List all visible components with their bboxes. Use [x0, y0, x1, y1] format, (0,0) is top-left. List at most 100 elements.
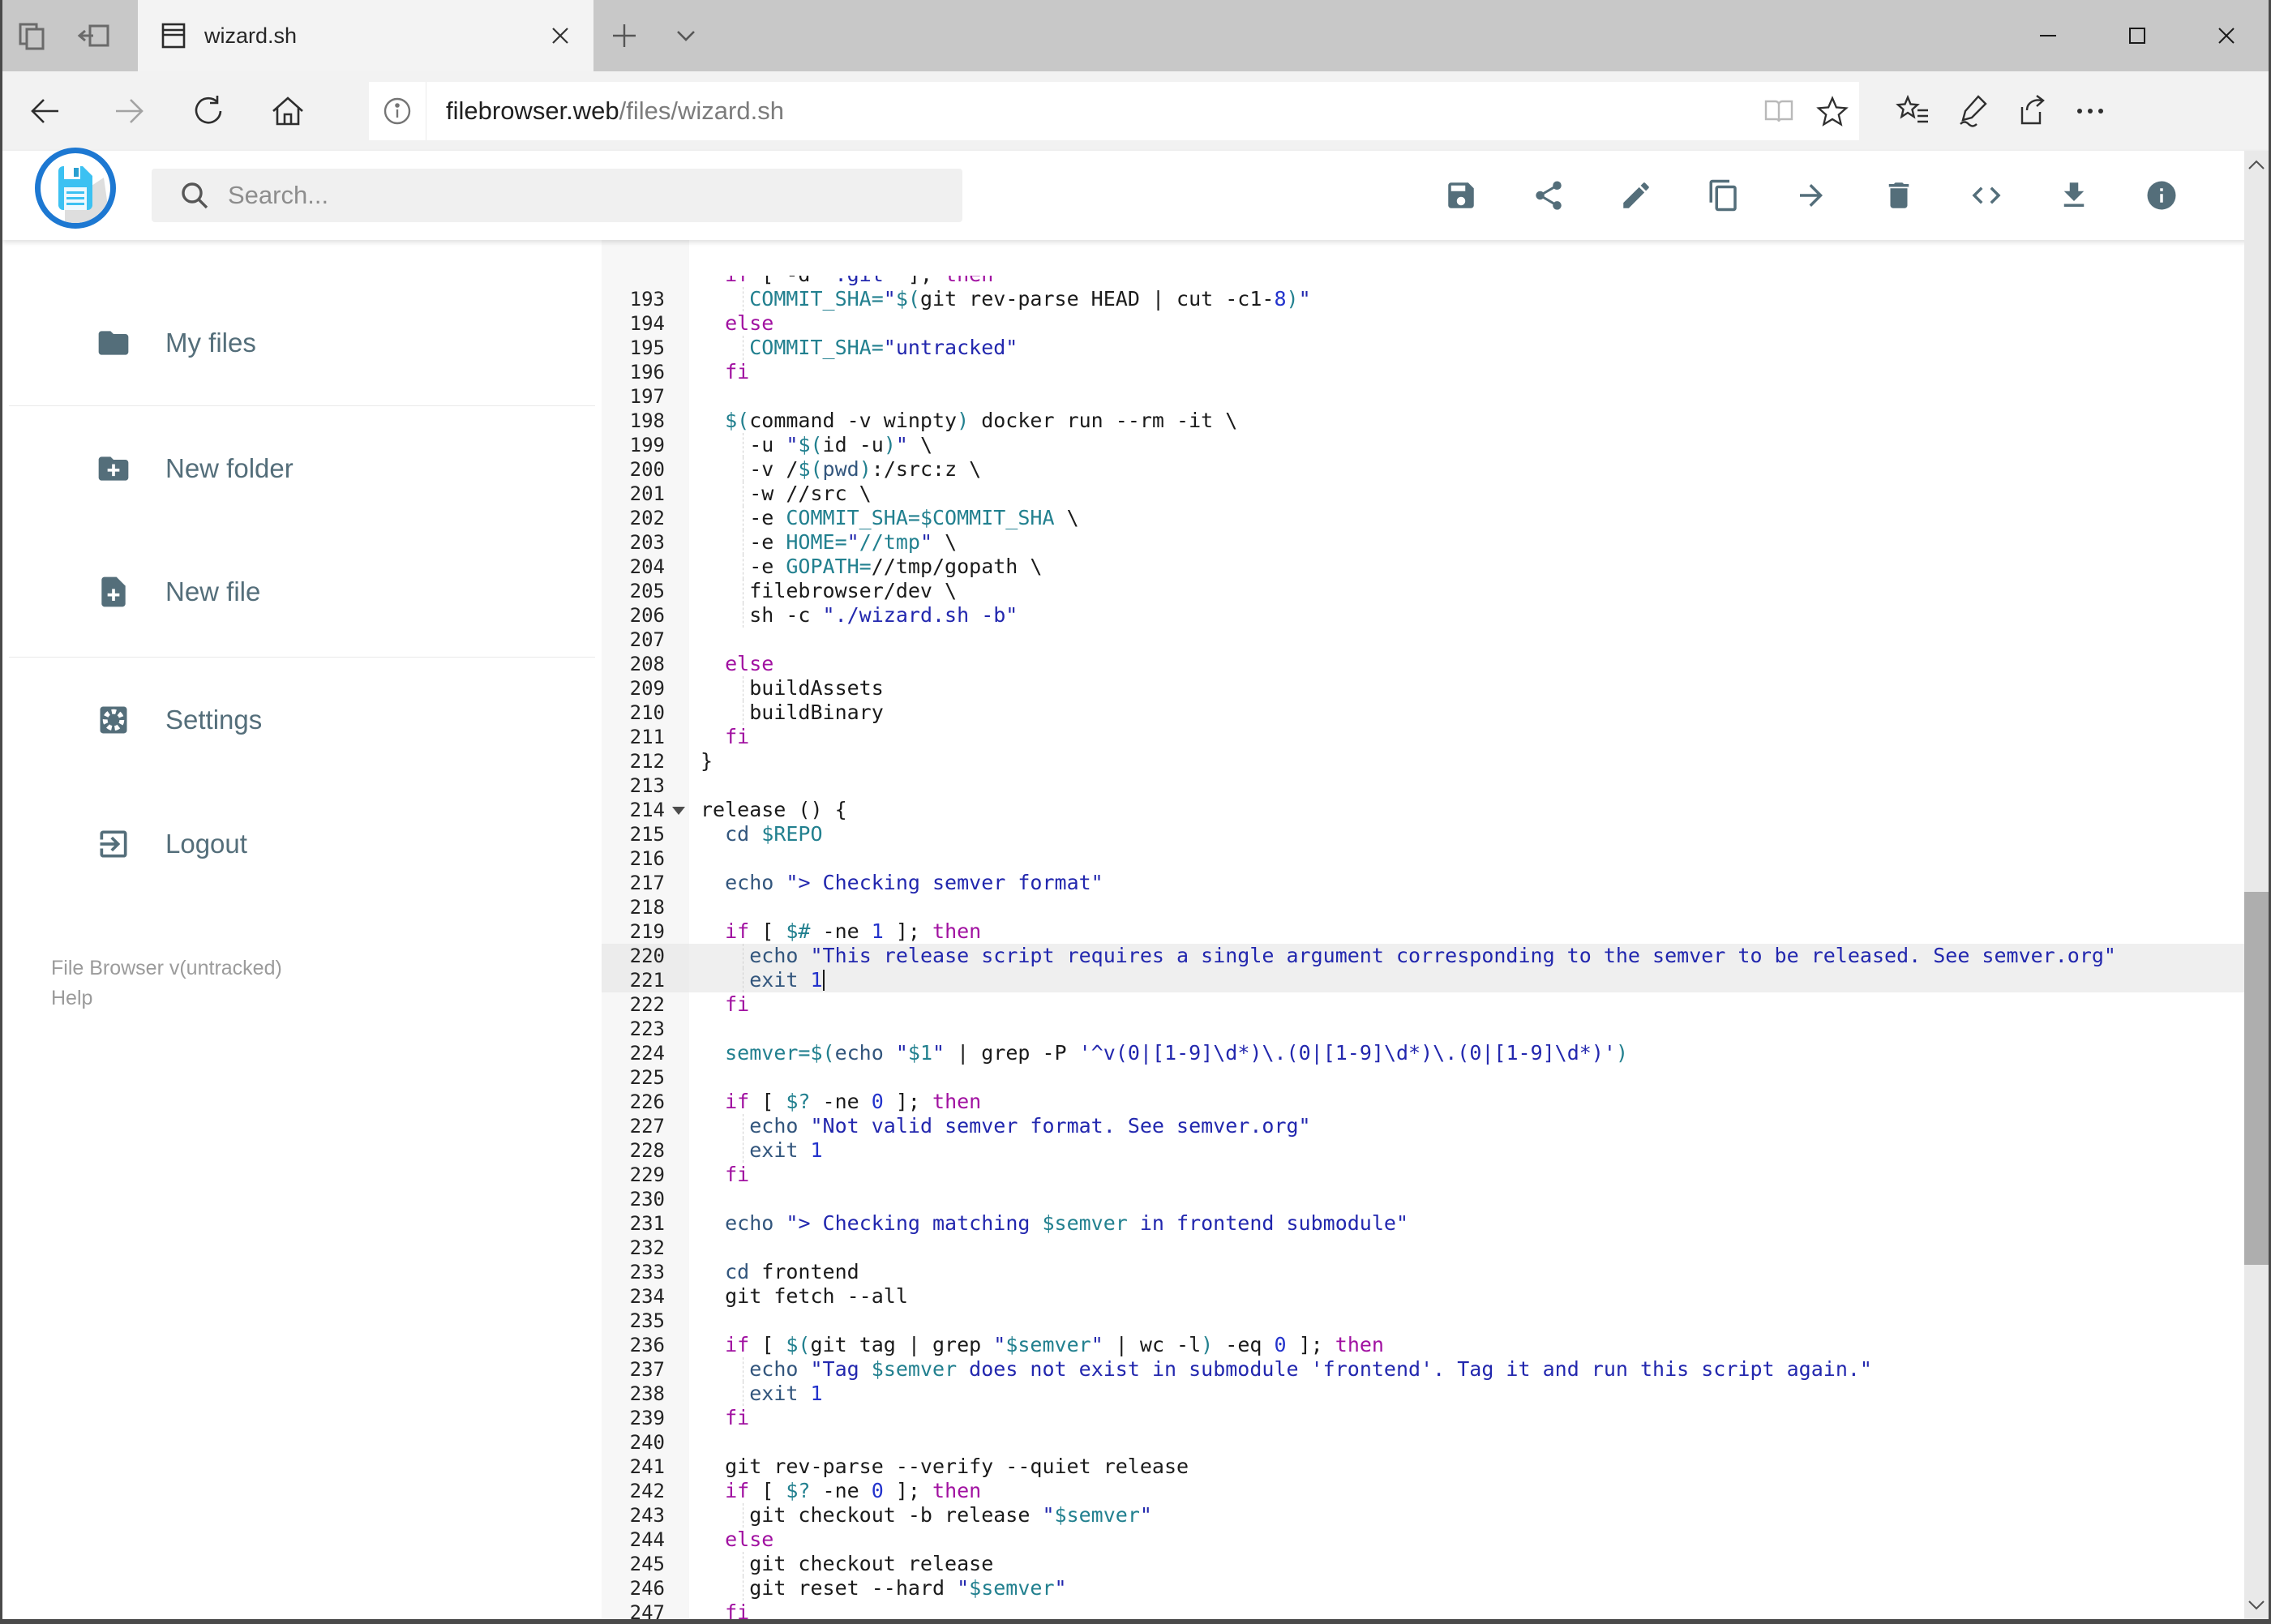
- sidebar-item-my-files[interactable]: My files: [2, 281, 602, 405]
- hub-button[interactable]: [1885, 83, 1942, 139]
- delete-button[interactable]: [1855, 163, 1943, 228]
- code-line[interactable]: 194 else: [602, 311, 2244, 336]
- new-tab-button[interactable]: [593, 0, 655, 71]
- code-editor[interactable]: if [ -d ".git" ]; then 193 COMMIT_SHA="$(…: [602, 240, 2244, 1619]
- info-button[interactable]: [2118, 163, 2205, 228]
- scroll-up-icon[interactable]: [2244, 151, 2269, 178]
- save-button[interactable]: [1417, 163, 1505, 228]
- filebrowser-logo[interactable]: [35, 148, 116, 229]
- share-file-button[interactable]: [1505, 163, 1592, 228]
- code-line[interactable]: 208 else: [602, 652, 2244, 676]
- code-line[interactable]: 245 git checkout release: [602, 1552, 2244, 1576]
- code-line[interactable]: 197: [602, 384, 2244, 409]
- code-line[interactable]: 235: [602, 1309, 2244, 1333]
- copy-button[interactable]: [1680, 163, 1768, 228]
- page-scrollbar[interactable]: [2244, 151, 2269, 1619]
- code-line[interactable]: 210 buildBinary: [602, 701, 2244, 725]
- code-line[interactable]: 219 if [ $# -ne 1 ]; then: [602, 919, 2244, 944]
- sidebar-item-logout[interactable]: Logout: [2, 782, 602, 906]
- code-line[interactable]: 230: [602, 1187, 2244, 1211]
- code-line[interactable]: 218: [602, 895, 2244, 919]
- reading-view-button[interactable]: [1752, 82, 1806, 140]
- home-button[interactable]: [259, 83, 316, 139]
- code-line[interactable]: 240: [602, 1430, 2244, 1455]
- fold-arrow-icon[interactable]: [672, 807, 685, 815]
- minimize-button[interactable]: [2003, 0, 2093, 71]
- code-line[interactable]: 241 git rev-parse --verify --quiet relea…: [602, 1455, 2244, 1479]
- code-line[interactable]: 228 exit 1: [602, 1138, 2244, 1163]
- code-line[interactable]: 242 if [ $? -ne 0 ]; then: [602, 1479, 2244, 1503]
- code-line[interactable]: 193 COMMIT_SHA="$(git rev-parse HEAD | c…: [602, 287, 2244, 311]
- forward-button[interactable]: [101, 83, 158, 139]
- code-line[interactable]: 204 -e GOPATH=//tmp/gopath \: [602, 555, 2244, 579]
- code-line[interactable]: 246 git reset --hard "$semver": [602, 1576, 2244, 1600]
- code-line[interactable]: 237 echo "Tag $semver does not exist in …: [602, 1357, 2244, 1382]
- search-input[interactable]: Search...: [152, 169, 962, 222]
- code-line[interactable]: 238 exit 1: [602, 1382, 2244, 1406]
- code-line[interactable]: 234 git fetch --all: [602, 1284, 2244, 1309]
- code-line[interactable]: 227 echo "Not valid semver format. See s…: [602, 1114, 2244, 1138]
- code-line[interactable]: 212}: [602, 749, 2244, 773]
- code-line[interactable]: 221 exit 1: [602, 968, 2244, 992]
- share-button[interactable]: [2003, 83, 2059, 139]
- code-line[interactable]: 247 fi: [602, 1600, 2244, 1619]
- raw-code-button[interactable]: [1943, 163, 2030, 228]
- code-line[interactable]: 213: [602, 773, 2244, 798]
- code-line[interactable]: 216: [602, 846, 2244, 871]
- tab-preview-button[interactable]: [0, 0, 63, 71]
- code-line[interactable]: 222 fi: [602, 992, 2244, 1017]
- code-line[interactable]: 209 buildAssets: [602, 676, 2244, 701]
- code-line[interactable]: 220 echo "This release script requires a…: [602, 944, 2244, 968]
- move-button[interactable]: [1768, 163, 1855, 228]
- annotate-button[interactable]: [1944, 83, 2001, 139]
- tab-dropdown-button[interactable]: [655, 0, 717, 71]
- more-options-button[interactable]: [2062, 83, 2119, 139]
- code-line[interactable]: 201 -w //src \: [602, 482, 2244, 506]
- sidebar-item-settings[interactable]: Settings: [2, 658, 602, 782]
- url-text[interactable]: filebrowser.web/files/wizard.sh: [446, 96, 1752, 126]
- code-line[interactable]: 199 -u "$(id -u)" \: [602, 433, 2244, 457]
- browser-tab[interactable]: wizard.sh: [138, 0, 593, 71]
- code-line[interactable]: 231 echo "> Checking matching $semver in…: [602, 1211, 2244, 1236]
- sidebar-item-new-folder[interactable]: New folder: [2, 406, 602, 531]
- code-line[interactable]: 226 if [ $? -ne 0 ]; then: [602, 1090, 2244, 1114]
- code-line[interactable]: 217 echo "> Checking semver format": [602, 871, 2244, 895]
- close-tab-icon[interactable]: [542, 20, 579, 51]
- sidebar-item-new-file[interactable]: New file: [2, 529, 602, 654]
- code-line[interactable]: 198 $(command -v winpty) docker run --rm…: [602, 409, 2244, 433]
- code-line[interactable]: 224 semver=$(echo "$1" | grep -P '^v(0|[…: [602, 1041, 2244, 1065]
- code-line[interactable]: 202 -e COMMIT_SHA=$COMMIT_SHA \: [602, 506, 2244, 530]
- refresh-button[interactable]: [180, 83, 237, 139]
- code-line[interactable]: 215 cd $REPO: [602, 822, 2244, 846]
- code-line[interactable]: 196 fi: [602, 360, 2244, 384]
- tabs-aside-button[interactable]: [63, 0, 126, 71]
- scroll-down-icon[interactable]: [2244, 1592, 2269, 1619]
- code-line[interactable]: 206 sh -c "./wizard.sh -b": [602, 603, 2244, 628]
- code-line[interactable]: 214 release () {: [602, 798, 2244, 822]
- code-line[interactable]: 211 fi: [602, 725, 2244, 749]
- close-button[interactable]: [2182, 0, 2271, 71]
- download-button[interactable]: [2030, 163, 2118, 228]
- code-line[interactable]: 243 git checkout -b release "$semver": [602, 1503, 2244, 1528]
- code-line[interactable]: 239 fi: [602, 1406, 2244, 1430]
- scrollbar-thumb[interactable]: [2244, 892, 2269, 1265]
- back-button[interactable]: [16, 83, 73, 139]
- code-line[interactable]: 225: [602, 1065, 2244, 1090]
- code-line[interactable]: 233 cd frontend: [602, 1260, 2244, 1284]
- code-line[interactable]: 203 -e HOME="//tmp" \: [602, 530, 2244, 555]
- code-line[interactable]: 236 if [ $(git tag | grep "$semver" | wc…: [602, 1333, 2244, 1357]
- add-favorite-button[interactable]: [1806, 82, 1859, 140]
- code-line[interactable]: 200 -v /$(pwd):/src:z \: [602, 457, 2244, 482]
- code-line[interactable]: 207: [602, 628, 2244, 652]
- code-line[interactable]: 195 COMMIT_SHA="untracked": [602, 336, 2244, 360]
- edit-button[interactable]: [1592, 163, 1680, 228]
- code-line[interactable]: 232: [602, 1236, 2244, 1260]
- code-line[interactable]: 244 else: [602, 1528, 2244, 1552]
- code-line[interactable]: 205 filebrowser/dev \: [602, 579, 2244, 603]
- code-line[interactable]: 223: [602, 1017, 2244, 1041]
- code-line[interactable]: 229 fi: [602, 1163, 2244, 1187]
- maximize-button[interactable]: [2093, 0, 2182, 71]
- help-link[interactable]: Help: [51, 983, 282, 1013]
- code-line[interactable]: if [ -d ".git" ]; then: [602, 263, 2244, 287]
- site-info-button[interactable]: [369, 82, 426, 140]
